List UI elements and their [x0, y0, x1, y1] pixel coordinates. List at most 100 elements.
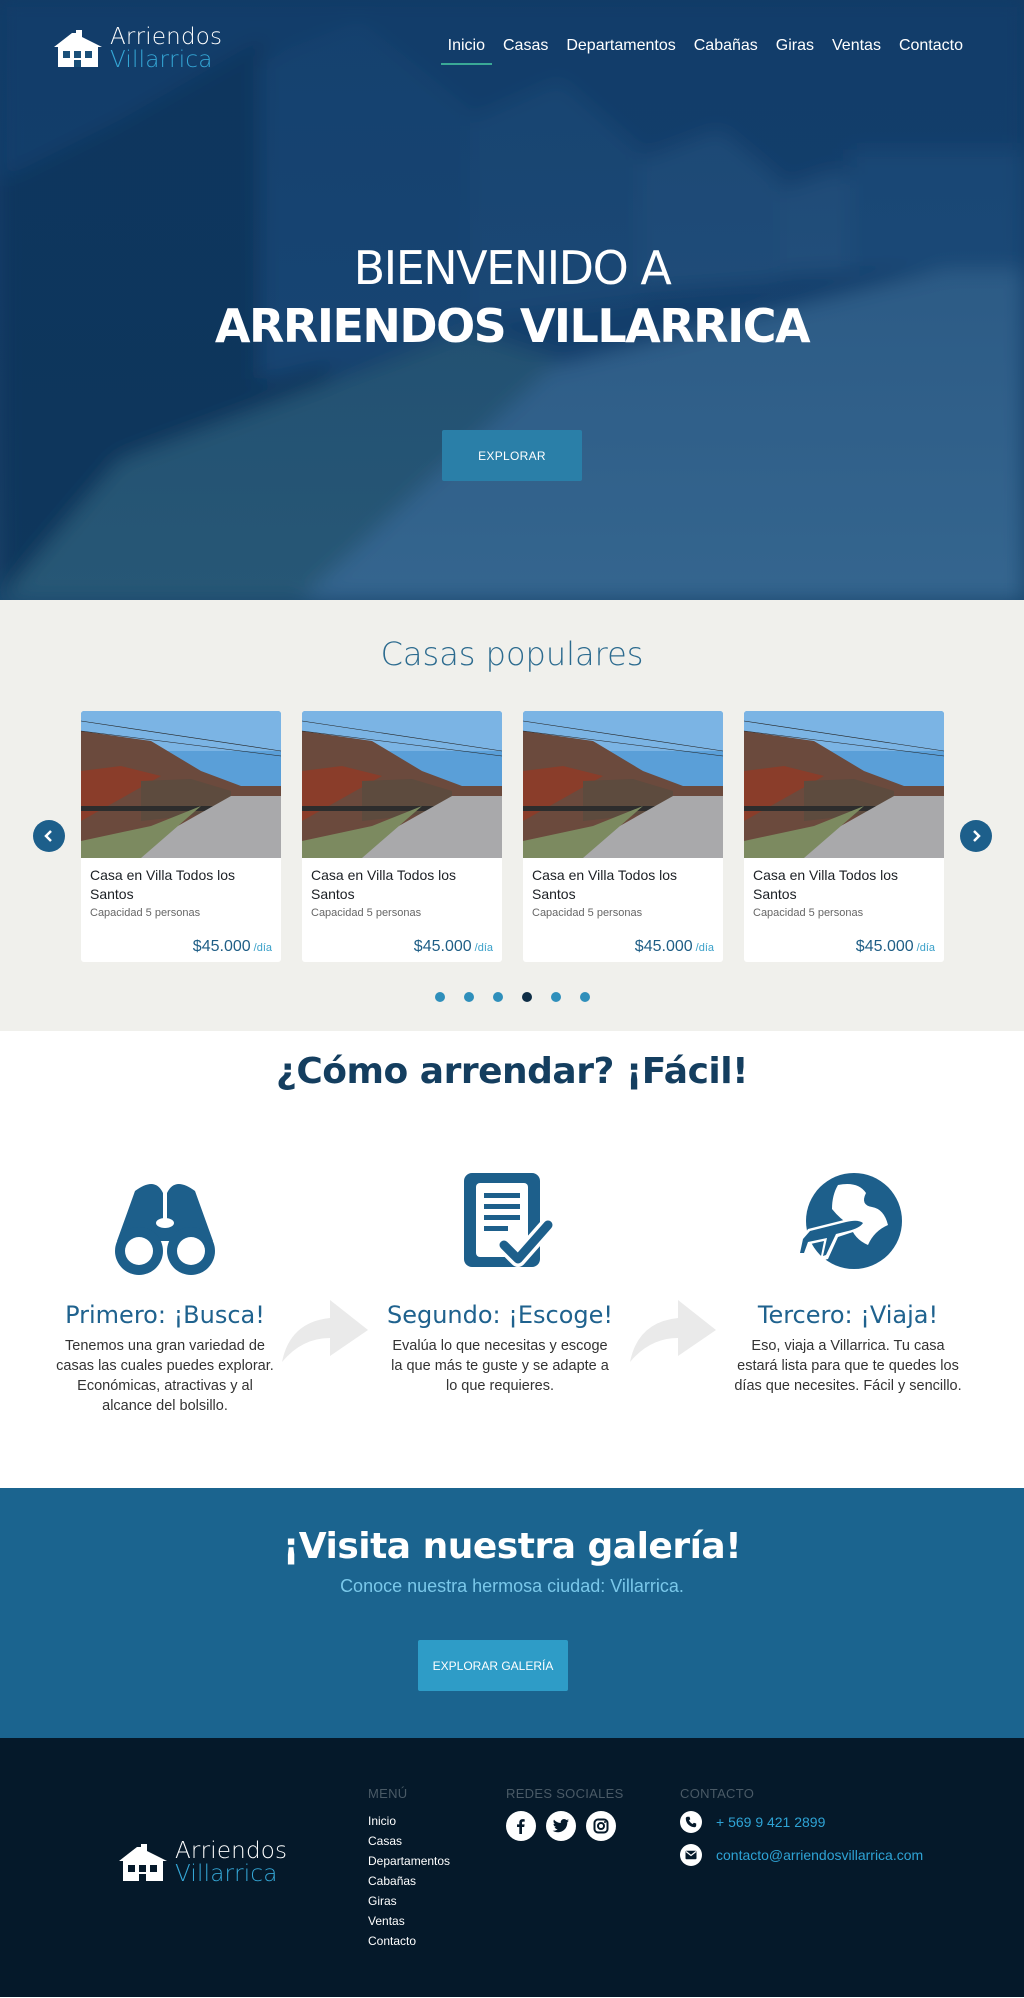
card-price-unit: /día — [916, 942, 935, 954]
brand-logo[interactable]: Arriendos Villarrica — [52, 26, 222, 72]
brand-name-line1: Arriendos — [110, 24, 223, 50]
email-icon — [680, 1844, 702, 1866]
footer-brand-line2: Villarrica — [175, 1861, 278, 1887]
hero-title-line1: BIENVENIDO A — [353, 241, 672, 295]
card-capacity: Capacidad 5 personas — [532, 907, 643, 919]
curved-arrow-icon — [630, 1300, 716, 1362]
contact-phone-row: + 569 9 421 2899 — [680, 1811, 923, 1833]
brand-name-line2: Villarrica — [110, 47, 213, 73]
carousel-dot[interactable] — [550, 992, 561, 1002]
nav-item-ventas[interactable]: Ventas — [823, 37, 890, 65]
footer-link-inicio[interactable]: Inicio — [368, 1811, 450, 1831]
footer-link-cabanas[interactable]: Cabañas — [368, 1871, 450, 1891]
nav-item-cabanas[interactable]: Cabañas — [685, 37, 767, 65]
footer-contact: CONTACTO + 569 9 421 2899 contacto@arrie… — [680, 1786, 923, 1877]
contact-phone[interactable]: + 569 9 421 2899 — [716, 1814, 825, 1830]
brand-name: Arriendos Villarrica — [110, 26, 222, 72]
card-title: Casa en Villa Todos los Santos — [532, 867, 678, 902]
card-price-unit: /día — [474, 942, 493, 954]
footer-logo[interactable]: Arriendos Villarrica — [117, 1840, 287, 1886]
carousel-dot[interactable] — [463, 992, 474, 1002]
carousel-dots — [0, 992, 1024, 1002]
card-price-value: $45.000 — [192, 938, 251, 955]
step-1-title: Primero: ¡Busca! — [65, 1301, 265, 1329]
house-card[interactable]: Casa en Villa Todos los Santos Capacidad… — [523, 711, 723, 962]
instagram-icon[interactable] — [586, 1811, 616, 1841]
how-title: ¿Cómo arrendar? ¡Fácil! — [275, 1051, 749, 1092]
carousel-dot[interactable] — [579, 992, 590, 1002]
card-price-value: $45.000 — [413, 938, 472, 955]
step-2: Segundo: ¡Escoge! Evalúa lo que necesita… — [380, 1171, 620, 1396]
house-photo — [523, 711, 723, 858]
footer-contact-heading: CONTACTO — [680, 1786, 755, 1801]
house-cards: Casa en Villa Todos los Santos Capacidad… — [81, 711, 944, 962]
card-title: Casa en Villa Todos los Santos — [311, 867, 457, 902]
card-price: $45.000/día — [414, 938, 493, 956]
card-title: Casa en Villa Todos los Santos — [753, 867, 899, 902]
gallery-section: ¡Visita nuestra galería! Conoce nuestra … — [0, 1488, 1024, 1738]
footer-link-contacto[interactable]: Contacto — [368, 1931, 450, 1951]
card-price: $45.000/día — [193, 938, 272, 956]
card-price-unit: /día — [695, 942, 714, 954]
step-1-desc: Tenemos una gran variedad de casas las c… — [56, 1338, 274, 1414]
top-navbar: Arriendos Villarrica Inicio Casas Depart… — [0, 0, 1024, 100]
footer-social-heading: REDES SOCIALES — [506, 1786, 624, 1801]
footer-link-giras[interactable]: Giras — [368, 1891, 450, 1911]
footer-menu-heading: MENÚ — [368, 1786, 408, 1801]
step-3: Tercero: ¡Viaja! Eso, viaja a Villarrica… — [728, 1171, 968, 1396]
house-logo-icon — [54, 30, 102, 67]
carousel-dot[interactable] — [434, 992, 445, 1002]
footer-brand-name: Arriendos Villarrica — [175, 1840, 287, 1886]
hero-section: Arriendos Villarrica Inicio Casas Depart… — [0, 0, 1024, 600]
document-check-icon — [464, 1173, 556, 1267]
nav-menu: Inicio Casas Departamentos Cabañas Giras… — [439, 26, 972, 65]
nav-item-giras[interactable]: Giras — [767, 37, 823, 65]
globe-plane-icon — [796, 1173, 902, 1269]
card-title: Casa en Villa Todos los Santos — [90, 867, 236, 902]
nav-item-casas[interactable]: Casas — [494, 37, 557, 65]
step-2-desc: Evalúa lo que necesitas y escoge la que … — [391, 1338, 609, 1394]
card-price-unit: /día — [253, 942, 272, 954]
explorar-button[interactable]: EXPLORAR — [442, 430, 582, 481]
carousel-next-button[interactable] — [960, 820, 992, 852]
gallery-title: ¡Visita nuestra galería! — [282, 1526, 742, 1567]
house-card[interactable]: Casa en Villa Todos los Santos Capacidad… — [81, 711, 281, 962]
footer-social: REDES SOCIALES — [506, 1786, 624, 1841]
footer: Arriendos Villarrica MENÚ Inicio Casas D… — [0, 1738, 1024, 1997]
contact-email-row: contacto@arriendosvillarrica.com — [680, 1844, 923, 1866]
nav-item-contacto[interactable]: Contacto — [890, 37, 972, 65]
gallery-subtitle: Conoce nuestra hermosa ciudad: Villarric… — [340, 1576, 684, 1596]
carousel-dot[interactable] — [492, 992, 503, 1002]
hero-title-line2: ARRIENDOS VILLARRICA — [214, 299, 811, 353]
explorar-galeria-button[interactable]: EXPLORAR GALERÍA — [418, 1640, 568, 1691]
popular-houses-section: Casas populares Casa en Villa Todos los … — [0, 600, 1024, 1031]
house-photo — [744, 711, 944, 858]
house-photo — [81, 711, 281, 858]
house-logo-icon — [119, 1844, 167, 1881]
step-3-desc: Eso, viaja a Villarrica. Tu casa estará … — [734, 1338, 962, 1394]
step-1: Primero: ¡Busca! Tenemos una gran varied… — [45, 1171, 285, 1416]
card-capacity: Capacidad 5 personas — [90, 907, 201, 919]
contact-email[interactable]: contacto@arriendosvillarrica.com — [716, 1847, 923, 1863]
twitter-icon[interactable] — [546, 1811, 576, 1841]
chevron-left-icon — [44, 830, 52, 842]
card-capacity: Capacidad 5 personas — [311, 907, 422, 919]
card-price: $45.000/día — [856, 938, 935, 956]
footer-link-ventas[interactable]: Ventas — [368, 1911, 450, 1931]
carousel-prev-button[interactable] — [33, 820, 65, 852]
hero-title: BIENVENIDO A ARRIENDOS VILLARRICA — [0, 240, 1024, 356]
carousel-dot-active[interactable] — [521, 992, 532, 1002]
facebook-icon[interactable] — [506, 1811, 536, 1841]
footer-link-departamentos[interactable]: Departamentos — [368, 1851, 450, 1871]
house-card[interactable]: Casa en Villa Todos los Santos Capacidad… — [744, 711, 944, 962]
house-card[interactable]: Casa en Villa Todos los Santos Capacidad… — [302, 711, 502, 962]
card-price-value: $45.000 — [855, 938, 914, 955]
nav-item-departamentos[interactable]: Departamentos — [557, 37, 684, 65]
footer-brand-line1: Arriendos — [175, 1838, 288, 1864]
how-to-rent-section: ¿Cómo arrendar? ¡Fácil! Primero: ¡Busca!… — [0, 1031, 1024, 1488]
card-capacity: Capacidad 5 personas — [753, 907, 864, 919]
footer-link-casas[interactable]: Casas — [368, 1831, 450, 1851]
nav-item-inicio[interactable]: Inicio — [439, 37, 494, 65]
social-links — [506, 1811, 624, 1841]
footer-menu: MENÚ Inicio Casas Departamentos Cabañas … — [368, 1786, 450, 1951]
